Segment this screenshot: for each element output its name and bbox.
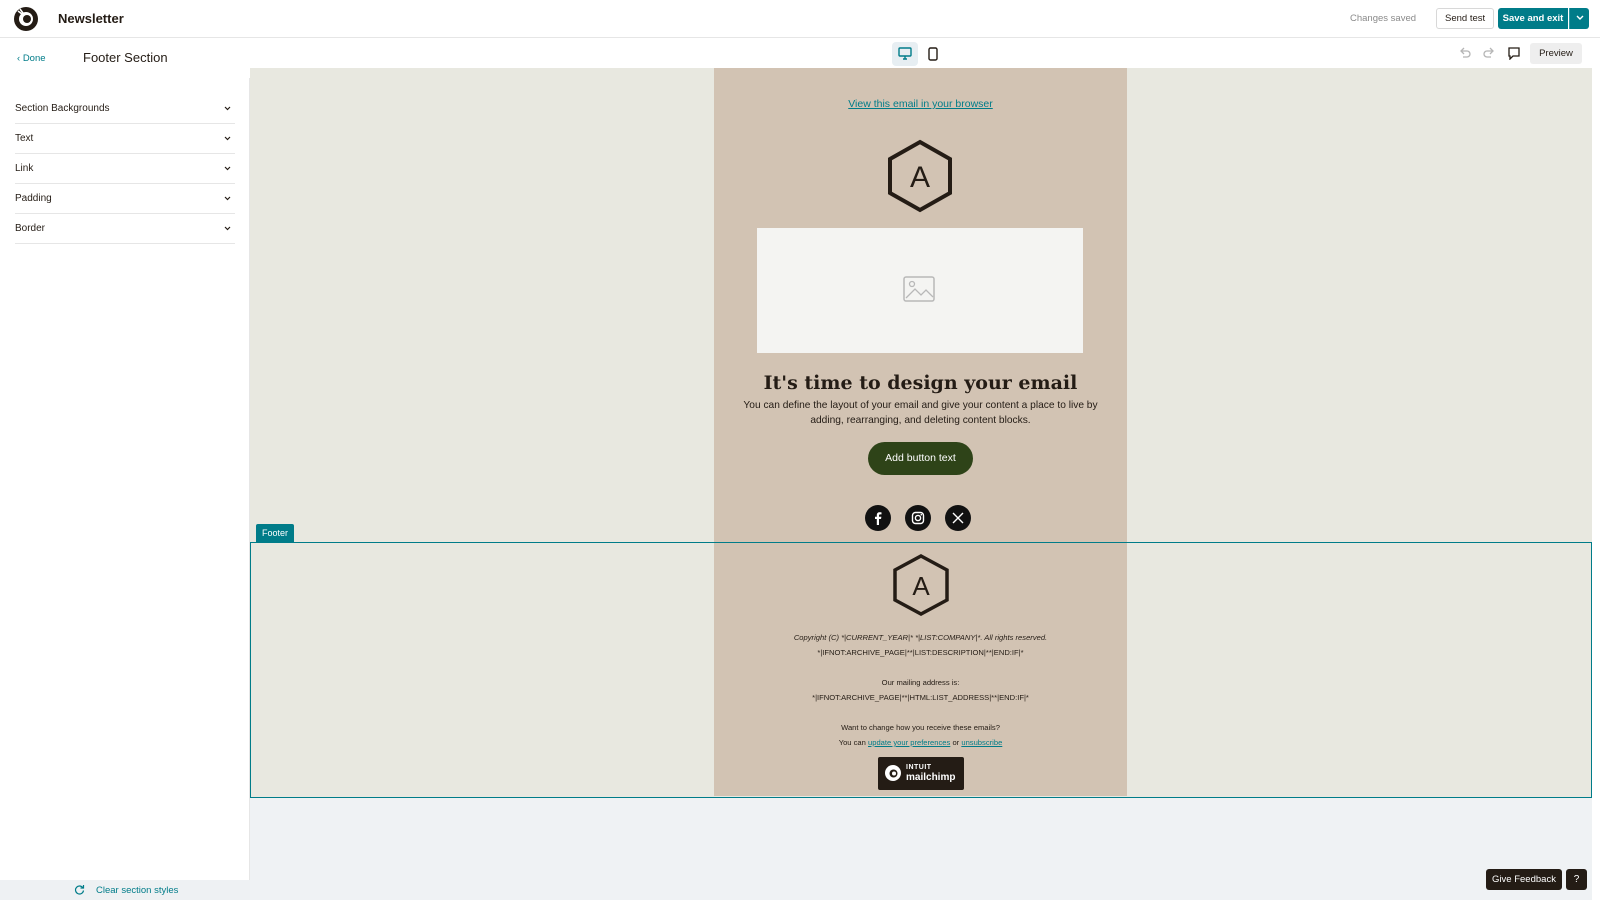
unsubscribe-link[interactable]: unsubscribe <box>961 738 1002 747</box>
save-status: Changes saved <box>1350 13 1417 24</box>
logo-letter: A <box>912 571 930 601</box>
x-icon[interactable] <box>945 505 971 531</box>
give-feedback-button[interactable]: Give Feedback <box>1486 869 1562 890</box>
footer-content-column: A Copyright (C) *|CURRENT_YEAR|* *|LIST:… <box>714 543 1127 796</box>
image-icon <box>903 276 935 302</box>
logo-letter: A <box>910 161 930 194</box>
view-in-browser-link[interactable]: View this email in your browser <box>714 98 1127 110</box>
mailchimp-logo-icon[interactable] <box>12 5 40 33</box>
mobile-icon <box>928 47 938 61</box>
undo-icon[interactable] <box>1458 46 1472 60</box>
email-headline[interactable]: It's time to design your email <box>714 372 1127 394</box>
image-placeholder[interactable] <box>757 228 1083 353</box>
email-content-column: View this email in your browser A It's t… <box>714 68 1127 544</box>
body-section[interactable]: View this email in your browser A It's t… <box>250 68 1592 544</box>
mobile-view-button[interactable] <box>920 42 946 66</box>
footer-section[interactable]: A Copyright (C) *|CURRENT_YEAR|* *|LIST:… <box>250 542 1592 798</box>
accordion-label: Section Backgrounds <box>15 103 110 114</box>
accordion-label: Border <box>15 223 46 234</box>
redo-icon[interactable] <box>1482 46 1496 60</box>
accordion-padding[interactable]: Padding <box>15 184 235 214</box>
brand-logo[interactable]: A <box>886 139 954 213</box>
footer-or: or <box>952 738 960 747</box>
desktop-view-button[interactable] <box>892 42 918 66</box>
mailchimp-logo-icon <box>885 765 901 781</box>
send-test-button[interactable]: Send test <box>1436 8 1495 29</box>
chevron-down-icon <box>224 226 231 231</box>
device-toggle <box>892 42 948 66</box>
chevron-down-icon <box>224 106 231 111</box>
chevron-down-icon <box>224 196 231 201</box>
footer-change-question: Want to change how you receive these ema… <box>841 723 1000 732</box>
help-button[interactable]: ? <box>1566 869 1587 890</box>
top-bar: Newsletter Changes saved Send test Save … <box>0 0 1600 38</box>
footer-mailing-label: Our mailing address is: <box>881 678 960 687</box>
footer-copyright: Copyright (C) *|CURRENT_YEAR|* *|LIST:CO… <box>793 633 1048 642</box>
email-body-text[interactable]: You can define the layout of your email … <box>739 398 1102 428</box>
save-options-dropdown[interactable] <box>1569 8 1589 29</box>
desktop-icon <box>898 47 912 60</box>
clear-styles-label: Clear section styles <box>96 885 179 896</box>
instagram-icon[interactable] <box>905 505 931 531</box>
footer-list-description: *|IFNOT:ARCHIVE_PAGE|**|LIST:DESCRIPTION… <box>817 648 1024 657</box>
footer-preferences-line: You can update your preferences or unsub… <box>714 738 1127 747</box>
accordion-section-backgrounds[interactable]: Section Backgrounds <box>15 94 235 124</box>
save-and-exit-button[interactable]: Save and exit <box>1498 8 1568 29</box>
chevron-down-icon <box>224 166 231 171</box>
badge-mailchimp-label: mailchimp <box>906 772 956 783</box>
footer-you-can: You can <box>838 738 866 747</box>
chevron-down-icon <box>1576 15 1584 20</box>
app-title: Newsletter <box>58 11 124 26</box>
accordion-text[interactable]: Text <box>15 124 235 154</box>
done-label: Done <box>22 53 46 64</box>
done-link[interactable]: ‹ Done <box>17 53 46 64</box>
mailchimp-referral-badge[interactable]: INTUIT mailchimp <box>878 757 964 790</box>
comment-icon[interactable] <box>1507 46 1521 60</box>
badge-intuit-label: INTUIT <box>906 764 932 771</box>
accordion-label: Text <box>15 133 34 144</box>
accordion-label: Link <box>15 163 34 174</box>
preview-button[interactable]: Preview <box>1530 43 1582 64</box>
footer-section-tag: Footer <box>256 524 295 542</box>
refresh-icon <box>75 885 85 895</box>
footer-mailing-address: *|IFNOT:ARCHIVE_PAGE|**|HTML:LIST_ADDRES… <box>812 693 1029 702</box>
update-preferences-link[interactable]: update your preferences <box>868 738 950 747</box>
footer-brand-logo[interactable]: A <box>892 553 950 617</box>
section-title: Footer Section <box>83 50 168 65</box>
style-panel: Section Backgrounds Text Link Padding Bo… <box>0 78 250 900</box>
accordion-border[interactable]: Border <box>15 214 235 244</box>
canvas-scrollbar[interactable] <box>1592 38 1600 900</box>
accordion-link[interactable]: Link <box>15 154 235 184</box>
accordion-label: Padding <box>15 193 52 204</box>
clear-section-styles-button[interactable]: Clear section styles <box>0 880 250 900</box>
facebook-icon[interactable] <box>865 505 891 531</box>
chevron-down-icon <box>224 136 231 141</box>
cta-button[interactable]: Add button text <box>868 442 973 475</box>
